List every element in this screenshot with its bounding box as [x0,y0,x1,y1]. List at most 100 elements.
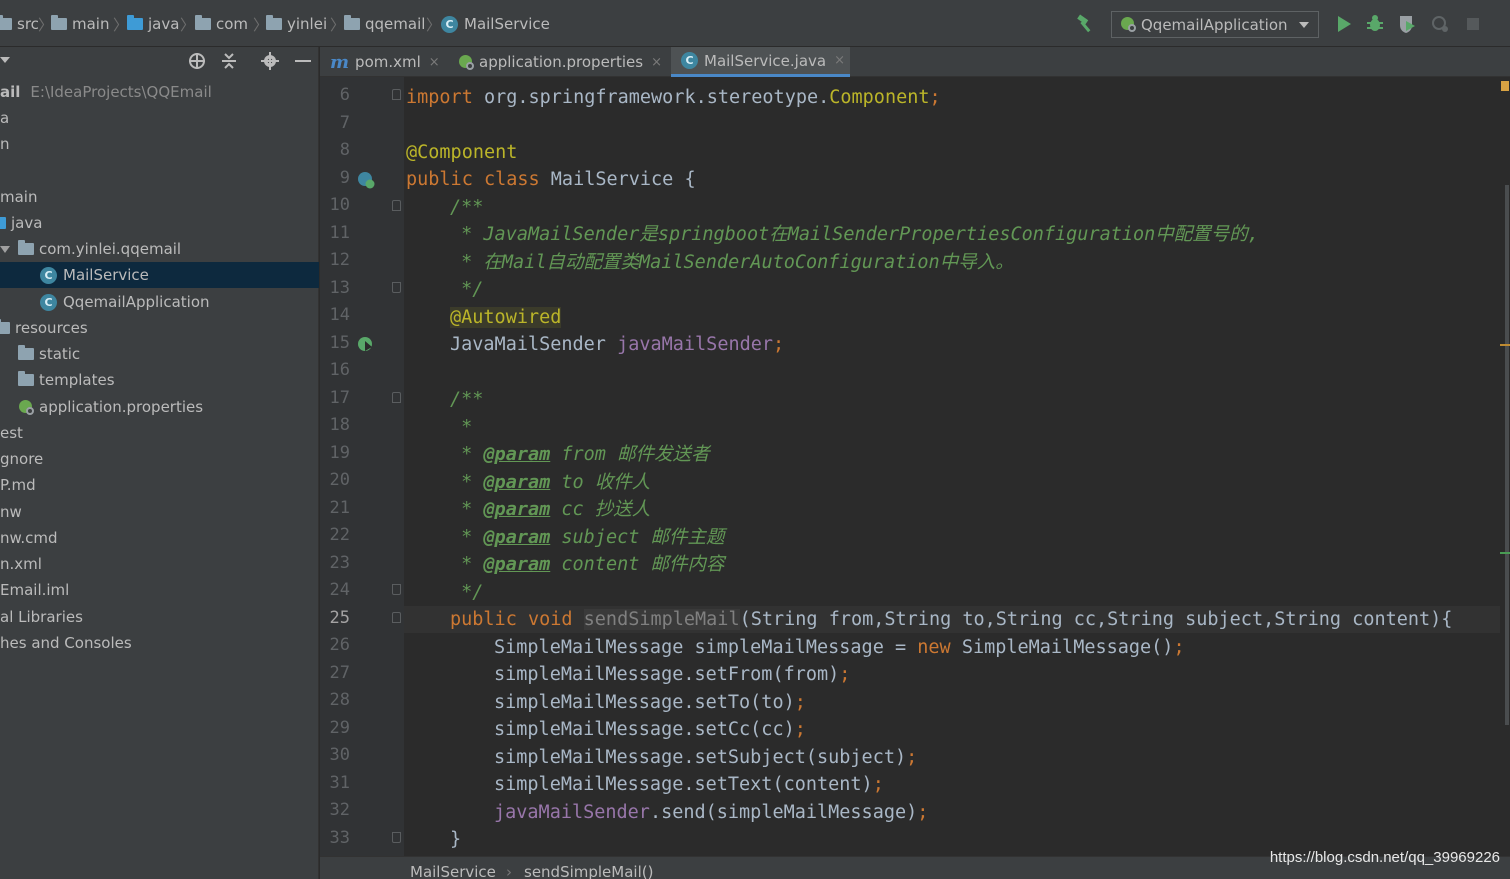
breadcrumb-src[interactable]: src [0,13,39,35]
source-folder-icon [0,217,6,229]
tree-item-qqemailapplication[interactable]: C QqemailApplication [0,289,319,315]
line-number: 29 [329,718,350,738]
tree-item[interactable]: est [0,420,319,446]
code-line-33: } [450,829,462,850]
breadcrumb-main[interactable]: main [51,13,109,35]
tree-item[interactable]: Email.iml [0,577,319,603]
code-line-31: simpleMailMessage.setText(content); [494,774,884,795]
autowired-navigation-icon[interactable] [357,336,375,354]
project-view-dropdown-icon[interactable] [0,57,10,63]
line-number: 20 [329,470,350,490]
package-icon [266,15,282,30]
spring-boot-icon [1120,16,1137,33]
folder-icon [0,15,12,30]
tree-item-java[interactable]: java [0,210,319,236]
tree-item[interactable]: nw.cmd [0,525,319,551]
breadcrumb-qqemail[interactable]: qqemail [344,13,425,35]
fold-marker-icon[interactable] [392,89,401,100]
tree-item[interactable]: n [0,131,319,157]
folder-icon [18,371,34,386]
tree-item[interactable]: gnore [0,446,319,472]
code-line-21: * @param cc 抄送人 [450,499,651,520]
breadcrumb-separator: 〉 [330,16,346,34]
editor-gutter[interactable]: 6 7 8 9 10 11 12 13 14 15 16 17 18 19 20… [320,77,404,856]
error-stripe[interactable] [1500,77,1510,856]
close-icon[interactable]: × [834,53,845,68]
tree-item-resources[interactable]: resources [0,315,319,341]
tree-item-package[interactable]: com.yinlei.qqemail [0,236,319,262]
debug-icon[interactable] [1365,14,1385,34]
tree-item[interactable]: a [0,105,319,131]
breadcrumb-java[interactable]: java [127,13,179,35]
tree-item[interactable]: nw [0,499,319,525]
code-line-17: /** [450,389,484,410]
fold-marker-icon[interactable] [392,392,401,403]
fold-marker-icon[interactable] [392,584,401,595]
scrollbar-thumb[interactable] [1505,185,1509,725]
change-marker[interactable] [1500,552,1510,554]
tab-application-properties[interactable]: application.properties × [448,47,670,77]
tree-item-scratches-consoles[interactable]: hes and Consoles [0,630,319,656]
line-number: 9 [339,168,350,188]
tree-item-application-properties[interactable]: application.properties [0,394,319,420]
run-configuration-select[interactable]: QqemailApplication [1111,11,1319,38]
line-number: 22 [329,525,350,545]
tab-pom-xml[interactable]: m pom.xml × [320,47,444,77]
code-line-28: simpleMailMessage.setTo(to); [494,692,806,713]
chevron-down-icon[interactable] [0,245,10,253]
tree-item-project-root[interactable]: ail E:\IdeaProjects\QQEmail [0,79,319,105]
breadcrumb-class[interactable]: MailService [410,863,496,879]
spring-bean-icon[interactable] [357,171,375,189]
code-line-27: simpleMailMessage.setFrom(from); [494,664,851,685]
fold-marker-icon[interactable] [392,832,401,843]
breadcrumb-method[interactable]: sendSimpleMail() [524,863,653,879]
breadcrumb-yinlei[interactable]: yinlei [266,13,327,35]
fold-marker-icon[interactable] [392,282,401,293]
breadcrumb-mailservice[interactable]: C MailService [441,13,550,35]
line-number: 8 [339,140,350,160]
tree-item-mailservice[interactable]: C MailService [0,262,319,288]
line-number: 28 [329,690,350,710]
collapse-all-icon[interactable] [219,51,239,71]
project-toolbar [0,47,319,75]
gear-icon[interactable] [260,51,280,71]
fold-marker-icon[interactable] [392,200,401,211]
tree-item-external-libraries[interactable]: al Libraries [0,604,319,630]
stop-icon[interactable] [1463,14,1483,34]
tree-item[interactable]: P.md [0,472,319,498]
warning-indicator[interactable] [1501,81,1509,91]
fold-marker-icon[interactable] [392,612,401,623]
code-line-24: */ [450,582,484,603]
line-number: 6 [339,85,350,105]
code-editor[interactable]: import org.springframework.stereotype.Co… [404,77,1500,856]
resources-folder-icon [0,319,10,334]
locate-target-icon[interactable] [187,51,207,71]
build-hammer-icon[interactable] [1076,14,1096,34]
tree-item-main[interactable]: main [0,184,319,210]
code-line-9: public class MailService { [406,169,696,190]
code-line-12: * 在Mail自动配置类MailSenderAutoConfiguration中… [450,252,1014,273]
breadcrumb-separator: 〉 [180,16,196,34]
tab-mailservice-java[interactable]: C MailService.java × [671,47,850,77]
tree-item-static[interactable]: static [0,341,319,367]
tree-item[interactable]: n.xml [0,551,319,577]
tree-item[interactable] [0,157,319,183]
line-number: 19 [329,443,350,463]
code-line-15: JavaMailSender javaMailSender; [450,334,785,355]
breadcrumb-com[interactable]: com [195,13,248,35]
warning-marker[interactable] [1500,344,1510,346]
close-icon[interactable]: × [429,55,440,70]
close-icon[interactable]: × [651,55,662,70]
tree-item-templates[interactable]: templates [0,367,319,393]
run-with-coverage-icon[interactable] [1397,14,1417,34]
line-number: 23 [329,553,350,573]
profiler-icon[interactable] [1430,14,1450,34]
breadcrumb-separator: 〉 [426,16,442,34]
run-icon[interactable] [1334,14,1354,34]
chevron-down-icon [1299,22,1309,28]
class-icon: C [681,52,698,69]
source-folder-icon [127,15,143,30]
hide-minimize-icon[interactable] [295,60,311,62]
folder-icon [51,15,67,30]
line-number: 18 [329,415,350,435]
